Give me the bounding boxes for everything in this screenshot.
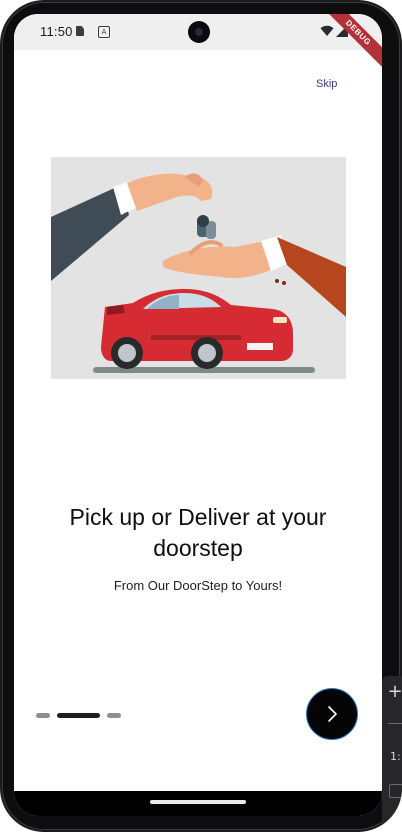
chevron-right-icon xyxy=(328,706,337,722)
hero-illustration xyxy=(51,157,346,379)
car-key-handover-illustration xyxy=(51,157,346,379)
page-dot-2-active[interactable] xyxy=(57,713,100,718)
device-frame: 11:50 A DEBUG Skip Pick up or Deliver at… xyxy=(0,0,402,832)
skip-button[interactable]: Skip xyxy=(316,78,337,90)
wifi-icon xyxy=(320,25,334,36)
emulator-side-toolbar: + 1: xyxy=(382,676,402,832)
onboarding-title: Pick up or Deliver at your doorstep xyxy=(69,504,327,561)
sim-card-icon xyxy=(76,26,84,36)
home-gesture-bar[interactable] xyxy=(150,800,246,804)
onboarding-subtitle: From Our DoorStep to Yours! xyxy=(113,578,283,593)
phone-screen: 11:50 A DEBUG Skip Pick up or Deliver at… xyxy=(14,14,382,816)
screenshot-icon[interactable] xyxy=(389,784,402,798)
status-bar: 11:50 A DEBUG xyxy=(14,14,382,74)
toolbar-text: 1: xyxy=(390,750,401,763)
camera-lens xyxy=(195,28,203,36)
page-dot-3[interactable] xyxy=(107,713,121,718)
status-time: 11:50 xyxy=(40,24,73,39)
page-dot-1[interactable] xyxy=(36,713,50,718)
navigation-bar xyxy=(14,791,382,816)
zoom-in-icon[interactable]: + xyxy=(387,680,402,704)
next-button[interactable] xyxy=(306,688,358,740)
toolbar-divider xyxy=(388,723,402,724)
debug-banner: DEBUG xyxy=(317,14,382,74)
front-camera xyxy=(188,21,210,43)
a-notification-icon: A xyxy=(98,26,110,38)
